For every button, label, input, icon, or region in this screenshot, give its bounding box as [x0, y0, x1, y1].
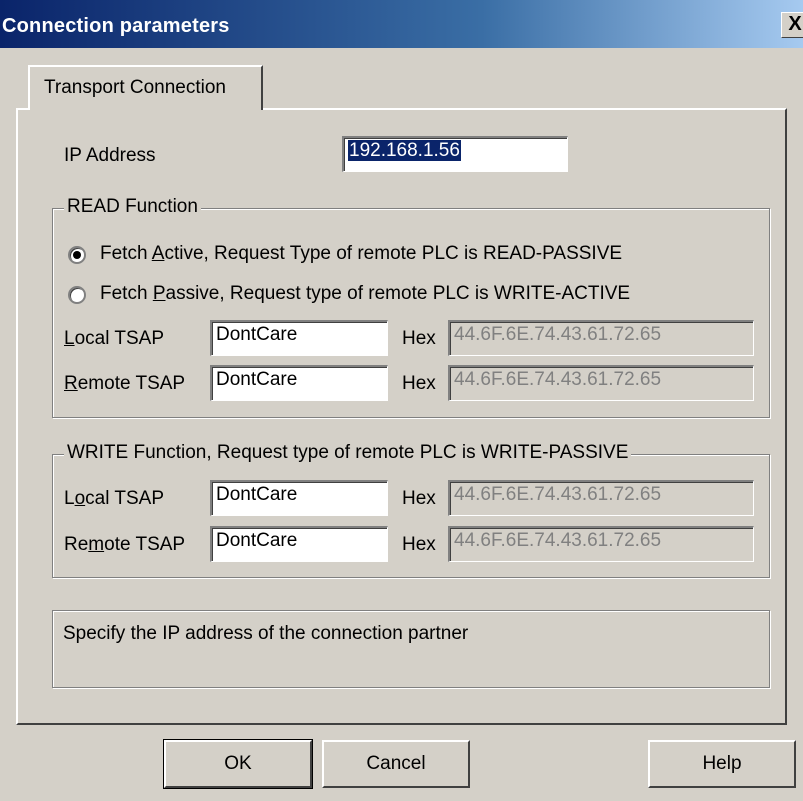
title-bar: Connection parameters — [0, 0, 803, 48]
tab-transport-connection[interactable]: Transport Connection — [28, 65, 263, 110]
close-icon: X — [788, 13, 802, 35]
cancel-button[interactable]: Cancel — [322, 740, 470, 788]
help-button[interactable]: Help — [648, 740, 796, 788]
close-button[interactable]: X — [781, 12, 803, 38]
window-title: Connection parameters — [2, 15, 230, 37]
tab-panel — [16, 108, 787, 725]
tab-label: Transport Connection — [44, 77, 227, 98]
ok-button[interactable]: OK — [163, 739, 313, 789]
